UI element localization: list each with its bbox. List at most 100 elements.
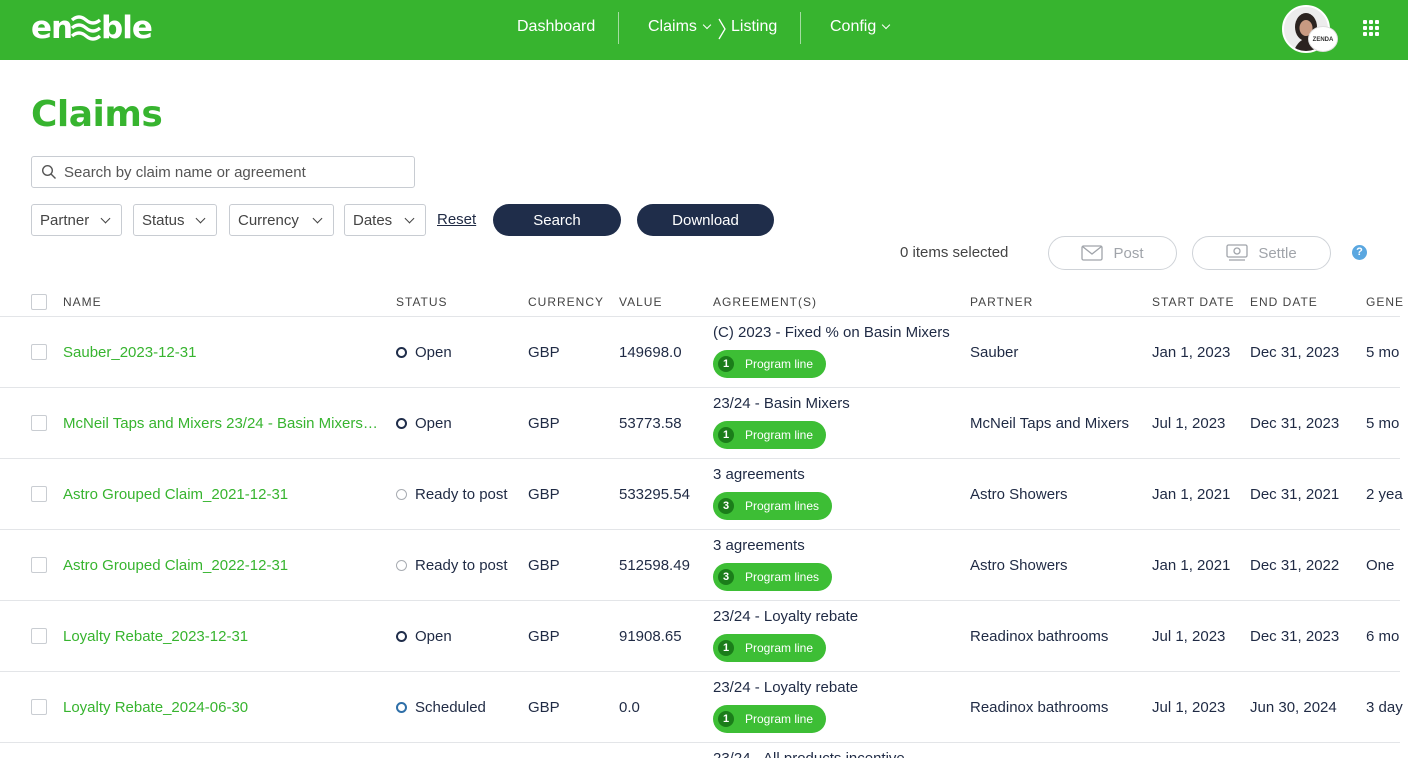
chevron-down-icon [312, 213, 323, 224]
claim-name-link[interactable]: Loyalty Rebate_2023-12-31 [63, 628, 248, 645]
program-line-label: Program lines [745, 499, 820, 513]
program-line-pill[interactable]: 1 Program line [713, 421, 827, 449]
nav-claims[interactable]: Claims [648, 18, 712, 36]
start-date-cell: Jul 1, 2023 [1152, 699, 1226, 716]
program-line-count: 1 [718, 640, 734, 656]
column-header-currency[interactable]: CURRENCY [528, 295, 604, 309]
program-line-count: 1 [718, 427, 734, 443]
status-ready-icon [396, 489, 407, 500]
chevron-down-icon [404, 213, 415, 224]
column-header-partner[interactable]: PARTNER [970, 295, 1033, 309]
partner-filter-label: Partner [40, 211, 90, 229]
program-line-count: 1 [718, 711, 734, 727]
status-open-icon [396, 631, 407, 642]
claim-name-link[interactable]: Loyalty Rebate_2024-06-30 [63, 699, 248, 716]
search-box [31, 156, 415, 188]
column-header-status[interactable]: STATUS [396, 295, 448, 309]
generated-cell: 5 mo [1366, 415, 1400, 432]
claim-name-link[interactable]: Astro Grouped Claim_2022-12-31 [63, 557, 288, 574]
agreement-text: (C) 2023 - Fixed % on Basin Mixers [713, 324, 950, 341]
svg-text:ble: ble [101, 10, 152, 44]
end-date-cell: Dec 31, 2022 [1250, 557, 1340, 574]
reset-link[interactable]: Reset [437, 211, 476, 228]
select-all-checkbox[interactable] [31, 294, 47, 310]
column-header-start-date[interactable]: START DATE [1152, 295, 1234, 309]
currency-filter-dropdown[interactable]: Currency [229, 204, 334, 236]
nav-dashboard[interactable]: Dashboard [517, 18, 595, 36]
column-header-end-date[interactable]: END DATE [1250, 295, 1318, 309]
status-cell: Ready to post [396, 486, 508, 503]
nav-listing[interactable]: Listing [731, 18, 777, 36]
program-line-pill[interactable]: 1 Program line [713, 634, 827, 662]
row-checkbox[interactable] [31, 344, 47, 360]
table-divider [0, 529, 1400, 530]
page-title: Claims [31, 94, 163, 135]
partner-filter-dropdown[interactable]: Partner [31, 204, 122, 236]
partner-cell: McNeil Taps and Mixers [970, 415, 1129, 432]
table-divider [0, 387, 1400, 388]
currency-cell: GBP [528, 486, 560, 503]
status-cell: Scheduled [396, 699, 486, 716]
agreement-text: 23/24 - All products incentive [713, 750, 905, 758]
start-date-cell: Jul 1, 2023 [1152, 628, 1226, 645]
end-date-cell: Dec 31, 2023 [1250, 415, 1340, 432]
selected-count: 0 items selected [900, 244, 1009, 261]
banknote-icon [1226, 244, 1248, 261]
table-divider [0, 742, 1400, 743]
table-divider [0, 458, 1400, 459]
column-header-generated[interactable]: GENE [1366, 295, 1404, 309]
currency-cell: GBP [528, 628, 560, 645]
program-line-pill[interactable]: 3 Program lines [713, 563, 833, 591]
status-filter-dropdown[interactable]: Status [133, 204, 217, 236]
settle-button-label: Settle [1258, 244, 1297, 262]
generated-cell: 2 yea [1366, 486, 1403, 503]
enable-logo[interactable]: en ble [31, 10, 181, 44]
claim-name-link[interactable]: McNeil Taps and Mixers 23/24 - Basin Mix… [63, 415, 381, 432]
claim-name-link[interactable]: Sauber_2023-12-31 [63, 344, 196, 361]
row-checkbox[interactable] [31, 415, 47, 431]
program-line-pill[interactable]: 1 Program line [713, 705, 827, 733]
apps-grid-icon[interactable] [1363, 20, 1379, 36]
row-checkbox[interactable] [31, 699, 47, 715]
search-button[interactable]: Search [493, 204, 621, 236]
nav-config[interactable]: Config [830, 18, 891, 36]
column-header-name[interactable]: NAME [63, 295, 102, 309]
column-header-value[interactable]: VALUE [619, 295, 662, 309]
program-line-count: 1 [718, 356, 734, 372]
partner-cell: Readinox bathrooms [970, 628, 1109, 645]
status-text: Ready to post [415, 486, 508, 503]
avatar-badge: ZENDA [1308, 26, 1338, 52]
dates-filter-label: Dates [353, 211, 393, 229]
currency-filter-label: Currency [238, 211, 299, 229]
value-cell: 149698.0 [619, 344, 682, 361]
currency-cell: GBP [528, 344, 560, 361]
column-header-agreements[interactable]: AGREEMENT(S) [713, 295, 817, 309]
claim-name-link[interactable]: Astro Grouped Claim_2021-12-31 [63, 486, 288, 503]
settle-button[interactable]: Settle [1192, 236, 1331, 270]
end-date-cell: Dec 31, 2021 [1250, 486, 1340, 503]
value-cell: 533295.54 [619, 486, 690, 503]
envelope-icon [1081, 245, 1104, 261]
row-checkbox[interactable] [31, 486, 47, 502]
partner-cell: Readinox bathrooms [970, 699, 1109, 716]
status-ready-icon [396, 560, 407, 571]
generated-cell: 6 mo [1366, 628, 1400, 645]
program-line-pill[interactable]: 1 Program line [713, 350, 827, 378]
dates-filter-dropdown[interactable]: Dates [344, 204, 426, 236]
program-line-pill[interactable]: 3 Program lines [713, 492, 833, 520]
row-checkbox[interactable] [31, 628, 47, 644]
download-button[interactable]: Download [637, 204, 774, 236]
row-checkbox[interactable] [31, 557, 47, 573]
post-button[interactable]: Post [1048, 236, 1177, 270]
search-input[interactable] [64, 163, 404, 181]
partner-cell: Astro Showers [970, 557, 1068, 574]
table-divider [0, 600, 1400, 601]
status-scheduled-icon [396, 702, 407, 713]
program-line-label: Program line [745, 641, 814, 655]
nav-claims-label: Claims [648, 18, 697, 35]
program-line-label: Program lines [745, 570, 820, 584]
chevron-down-icon [702, 20, 712, 30]
status-text: Open [415, 628, 452, 645]
value-cell: 0.0 [619, 699, 640, 716]
help-icon[interactable]: ? [1352, 245, 1367, 260]
